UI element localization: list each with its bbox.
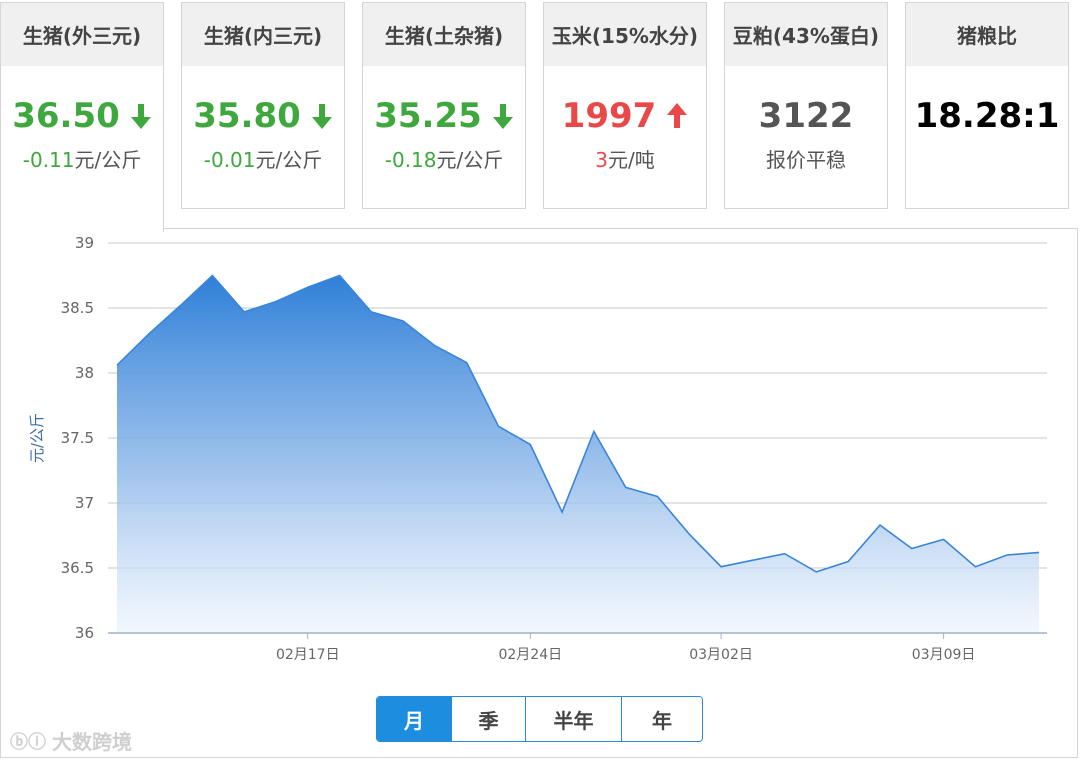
card-value-row: 35.80 xyxy=(182,96,344,136)
period-month-button[interactable]: 月 xyxy=(377,697,452,741)
x-tick-label: 02月24日 xyxy=(498,647,562,663)
y-tick-label: 39 xyxy=(75,234,94,252)
price-change: 3元/吨 xyxy=(544,144,706,173)
card-corn[interactable]: 玉米(15%水分) 1997 3元/吨 xyxy=(543,2,707,209)
period-half-year-button[interactable]: 半年 xyxy=(526,697,622,741)
watermark: ⓑⓘ 大数跨境 xyxy=(10,726,132,755)
y-axis-label: 元/公斤 xyxy=(28,413,46,463)
change-amount: 3 xyxy=(595,148,608,172)
price-change: -0.18元/公斤 xyxy=(363,144,525,173)
card-value-row: 18.28:1 xyxy=(906,96,1068,136)
card-hog-grain-ratio[interactable]: 猪粮比 18.28:1 xyxy=(905,2,1069,209)
price-change: 报价平稳 xyxy=(725,144,887,173)
card-title: 生猪(外三元) xyxy=(1,3,163,66)
change-amount: -0.18 xyxy=(384,148,437,172)
card-title: 生猪(土杂猪) xyxy=(363,3,525,66)
y-tick-label: 36.5 xyxy=(61,559,94,577)
y-tick-label: 38.5 xyxy=(61,299,94,317)
arrow-down-icon xyxy=(130,104,151,129)
price-value: 18.28:1 xyxy=(914,96,1060,136)
change-unit: 元/公斤 xyxy=(255,148,323,172)
change-unit: 报价平稳 xyxy=(766,148,846,172)
price-cards: 生猪(外三元) 36.50 -0.11元/公斤 生猪(内三元) 35.80 -0… xyxy=(0,0,1080,232)
price-value: 35.25 xyxy=(374,96,482,136)
period-switch: 月 季 半年 年 xyxy=(376,696,703,742)
y-tick-label: 37 xyxy=(75,494,94,512)
change-unit: 元/公斤 xyxy=(74,148,142,172)
price-change: -0.01元/公斤 xyxy=(182,144,344,173)
y-tick-label: 37.5 xyxy=(61,429,94,447)
price-value: 1997 xyxy=(561,96,657,136)
price-value: 35.80 xyxy=(193,96,301,136)
change-amount: -0.01 xyxy=(203,148,256,172)
arrow-down-icon xyxy=(492,104,513,129)
y-tick-label: 38 xyxy=(75,364,94,382)
card-title: 玉米(15%水分) xyxy=(544,3,706,66)
period-year-button[interactable]: 年 xyxy=(622,697,702,741)
change-unit: 元/吨 xyxy=(607,148,655,172)
card-value-row: 3122 xyxy=(725,96,887,136)
price-area-chart: 36 36.5 37 37.5 38 38.5 39 02月17日 02月24日 03月02日 03… xyxy=(28,234,1047,663)
series-area-fill xyxy=(117,275,1039,633)
card-value-row: 35.25 xyxy=(363,96,525,136)
x-tick-label: 03月02日 xyxy=(689,647,753,663)
arrow-down-icon xyxy=(311,104,332,129)
card-value-row: 36.50 xyxy=(1,96,163,136)
x-tick-label: 02月17日 xyxy=(276,647,340,663)
price-value: 36.50 xyxy=(12,96,120,136)
card-title: 猪粮比 xyxy=(906,3,1068,66)
arrow-up-icon xyxy=(666,102,688,130)
price-value: 3122 xyxy=(758,96,854,136)
arrow-down-icon xyxy=(492,102,514,130)
x-tick-label: 03月09日 xyxy=(912,647,976,663)
card-pig-outer[interactable]: 生猪(外三元) 36.50 -0.11元/公斤 xyxy=(0,2,164,232)
card-title: 豆粕(43%蛋白) xyxy=(725,3,887,66)
series-area xyxy=(116,274,1040,633)
card-soybean-meal[interactable]: 豆粕(43%蛋白) 3122 报价平稳 xyxy=(724,2,888,209)
y-tick-label: 36 xyxy=(75,624,94,642)
period-quarter-button[interactable]: 季 xyxy=(452,697,526,741)
card-pig-inner[interactable]: 生猪(内三元) 35.80 -0.01元/公斤 xyxy=(181,2,345,209)
watermark-text: 大数跨境 xyxy=(52,730,132,754)
watermark-logo-icon: ⓑⓘ xyxy=(10,731,46,753)
arrow-down-icon xyxy=(130,102,152,130)
price-change: -0.11元/公斤 xyxy=(1,144,163,173)
change-unit: 元/公斤 xyxy=(436,148,504,172)
card-pig-local[interactable]: 生猪(土杂猪) 35.25 -0.18元/公斤 xyxy=(362,2,526,209)
arrow-down-icon xyxy=(311,102,333,130)
card-title: 生猪(内三元) xyxy=(182,3,344,66)
card-value-row: 1997 xyxy=(544,96,706,136)
arrow-up-icon xyxy=(667,103,688,128)
change-amount: -0.11 xyxy=(22,148,75,172)
